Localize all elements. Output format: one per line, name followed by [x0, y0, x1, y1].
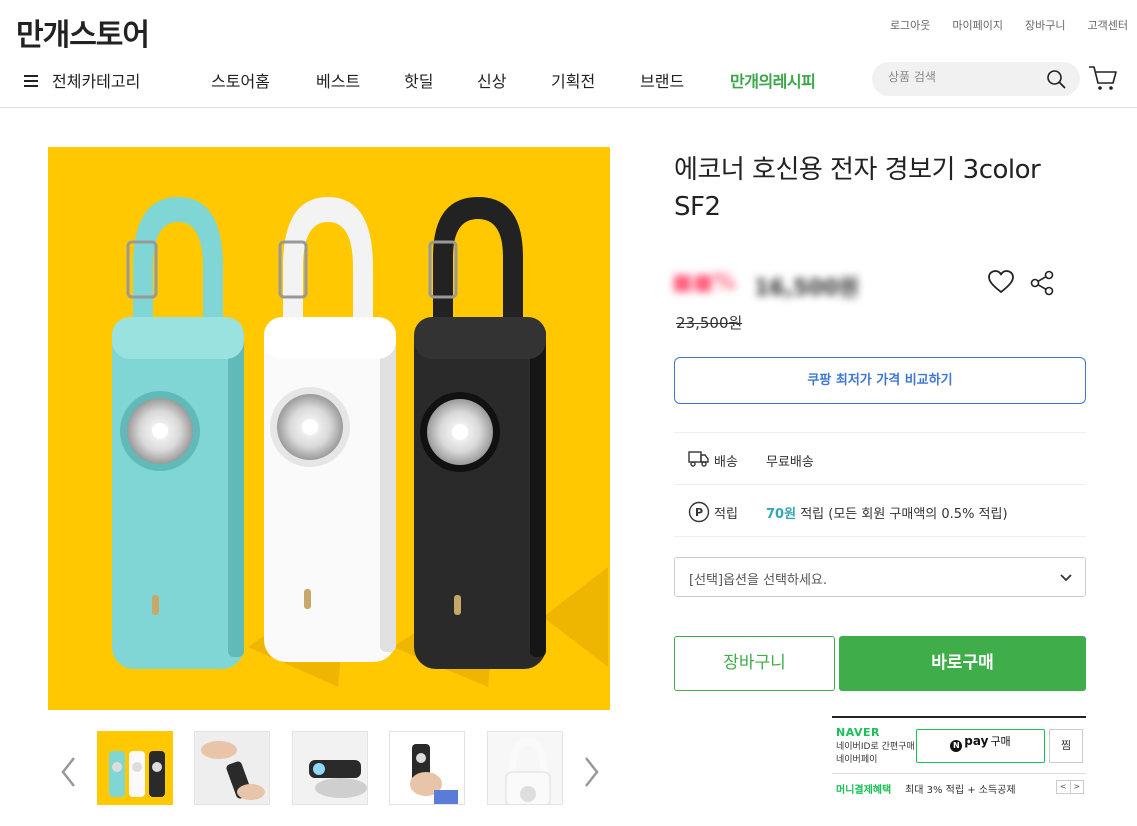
- points-icon: P: [688, 501, 710, 523]
- mypage-link[interactable]: 마이페이지: [952, 17, 1003, 33]
- nav-recipe[interactable]: 만개의레시피: [730, 68, 816, 92]
- naverpay-label: pay: [964, 734, 989, 748]
- shipping-row: 배송 무료배송: [674, 432, 1086, 484]
- global-nav: 전체카테고리 스토어홈 베스트 핫딜 신상 기획전 브랜드 만개의레시피: [0, 58, 1137, 108]
- points-desc: 적립 (모든 회원 구매액의 0.5% 적립): [796, 507, 1008, 522]
- coupang-compare-button[interactable]: 쿠팡 최저가 가격 비교하기: [674, 357, 1086, 404]
- nav-hotdeal[interactable]: 핫딜: [404, 68, 433, 92]
- truck-icon: [688, 451, 709, 467]
- nav-best[interactable]: 베스트: [316, 68, 360, 92]
- naver-n-icon: N: [950, 740, 963, 752]
- points-row: P 적립 70원 적립 (모든 회원 구매액의 0.5% 적립): [674, 484, 1086, 536]
- points-label: 적립: [714, 507, 738, 522]
- nav-brand[interactable]: 브랜드: [640, 68, 684, 92]
- shipping-label: 배송: [714, 455, 738, 470]
- benefit-next-button[interactable]: >: [1071, 781, 1084, 793]
- cart-link[interactable]: 장바구니: [1025, 17, 1065, 33]
- product-main-image: [48, 147, 610, 710]
- nav-promotion[interactable]: 기획전: [551, 68, 595, 92]
- naverpay-desc-line2: 네이버페이: [836, 755, 878, 765]
- site-logo[interactable]: 만개스토어: [16, 10, 150, 54]
- shipping-value: 무료배송: [766, 455, 814, 470]
- heart-icon[interactable]: [988, 270, 1014, 294]
- sale-price: 16,500원: [754, 276, 860, 301]
- search-box: [872, 62, 1080, 96]
- points-amount: 70원: [766, 507, 797, 522]
- nav-new[interactable]: 신상: [477, 68, 506, 92]
- benefit-desc: 최대 3% 적립 + 소득공제: [905, 785, 1016, 796]
- naver-brand: NAVER: [836, 726, 880, 739]
- original-price: 23,500원: [676, 314, 743, 332]
- divider: [674, 536, 1086, 537]
- benefit-prev-button[interactable]: <: [1057, 781, 1071, 793]
- naverpay-box: NAVER 네이버ID로 간편구매 네이버페이 Npay 구매 찜 머니결제혜택 …: [832, 716, 1086, 800]
- add-to-cart-button[interactable]: 장바구니: [674, 636, 835, 691]
- zzim-button[interactable]: 찜: [1049, 729, 1083, 763]
- search-input[interactable]: [888, 70, 1038, 84]
- naverpay-desc-line1: 네이버ID로 간편구매: [836, 742, 915, 752]
- customer-center-link[interactable]: 고객센터: [1088, 17, 1128, 33]
- share-icon[interactable]: [1030, 270, 1054, 296]
- option-select[interactable]: [선택]옵션을 선택하세요.: [674, 557, 1086, 597]
- all-category-button[interactable]: 전체카테고리: [24, 68, 140, 92]
- nav-store-home[interactable]: 스토어홈: [211, 68, 270, 92]
- buy-now-button[interactable]: 바로구매: [839, 636, 1086, 691]
- discount-rate: ■■%: [672, 270, 736, 295]
- chevron-down-icon: [1060, 574, 1072, 582]
- thumb-next-arrow-icon[interactable]: [580, 752, 602, 792]
- naverpay-buy-label: 구매: [990, 735, 1011, 748]
- all-category-label: 전체카테고리: [52, 72, 141, 91]
- points-value: 70원 적립 (모든 회원 구매액의 0.5% 적립): [766, 503, 1008, 522]
- cart-icon[interactable]: [1088, 64, 1118, 92]
- naverpay-benefit-row: 머니결제혜택 최대 3% 적립 + 소득공제 < >: [832, 773, 1086, 801]
- thumbnail-1[interactable]: [97, 731, 173, 805]
- thumbnail-3[interactable]: [292, 731, 368, 805]
- product-title: 에코너 호신용 전자 경보기 3color SF2: [674, 155, 1041, 222]
- alarm-devices-illustration: [112, 197, 608, 687]
- benefit-label: 머니결제혜택: [836, 785, 892, 796]
- utility-links: 로그아웃 마이페이지 장바구니 고객센터: [890, 17, 1137, 33]
- thumb-prev-arrow-icon[interactable]: [58, 752, 80, 792]
- hamburger-icon: [24, 74, 38, 87]
- thumbnail-5[interactable]: [487, 731, 563, 805]
- search-icon[interactable]: [1046, 69, 1066, 89]
- logout-link[interactable]: 로그아웃: [890, 17, 930, 33]
- svg-text:P: P: [695, 506, 703, 519]
- option-select-value: [선택]옵션을 선택하세요.: [689, 573, 828, 588]
- thumbnail-2[interactable]: [194, 731, 270, 805]
- naverpay-desc: 네이버ID로 간편구매 네이버페이: [836, 741, 916, 767]
- thumbnail-4[interactable]: [389, 731, 465, 805]
- benefit-nav: < >: [1056, 780, 1084, 794]
- naverpay-buy-button[interactable]: Npay 구매: [916, 729, 1045, 763]
